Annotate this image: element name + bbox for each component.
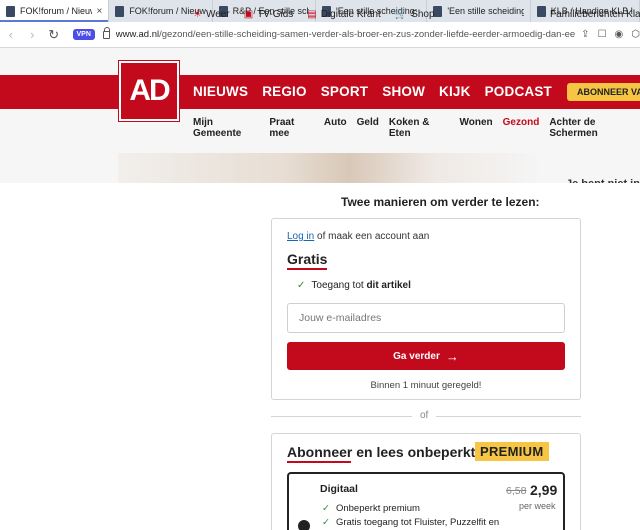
nav-item-kijk[interactable]: KIJK: [439, 84, 471, 99]
subscribe-heading-rest: en lees onbeperkt: [352, 444, 476, 460]
premium-badge: PREMIUM: [475, 442, 549, 461]
email-input[interactable]: [287, 303, 565, 333]
subnav-item-koken-eten[interactable]: Koken & Eten: [389, 117, 450, 139]
plan-feature-text: Gratis toegang tot Fluister, Puzzelfit e…: [335, 517, 500, 528]
subnav-item-achter-de-schermen[interactable]: Achter de Schermen: [549, 117, 640, 139]
check-icon: ✓: [297, 280, 306, 291]
reload-icon[interactable]: ↻: [43, 27, 65, 43]
arrow-right-icon: →: [445, 348, 459, 364]
subscribe-heading-underlined: Abonneer: [287, 444, 353, 460]
page-favicon-icon: [115, 5, 125, 17]
ad-logo[interactable]: AD: [119, 61, 179, 121]
old-price: 6,58: [506, 485, 527, 497]
plan-radio[interactable]: [298, 520, 310, 530]
browser-tab[interactable]: FOK!forum / Nieuwe T ×: [0, 0, 110, 22]
login-link[interactable]: Log in: [287, 231, 314, 242]
familieberichten-link[interactable]: Familieberichten Klan: [550, 9, 640, 20]
subnav-item-mijn-gemeente[interactable]: Mijn Gemeente: [193, 117, 259, 139]
subnav-item-auto[interactable]: Auto: [324, 117, 347, 139]
continue-label: Ga verder: [393, 350, 440, 362]
signup-time-note: Binnen 1 minuut geregeld!: [370, 380, 482, 391]
newspaper-icon: ▤: [307, 9, 317, 20]
close-tab-icon[interactable]: ×: [96, 6, 102, 17]
address-bar: ‹ › ↻ VPN www.ad.nl/gezond/een-stille-sc…: [0, 22, 640, 48]
gratis-heading: Gratis: [287, 251, 328, 270]
main-nav: NIEUWS REGIO SPORT SHOW KIJK PODCAST: [193, 84, 552, 99]
share-icon[interactable]: ⇪: [581, 29, 589, 40]
or-label: of: [412, 410, 437, 421]
bookmark-icon[interactable]: ☐: [598, 29, 607, 40]
price-period: per week: [519, 501, 556, 511]
camera-icon[interactable]: ◉: [615, 29, 624, 40]
nav-item-nieuws[interactable]: NIEUWS: [193, 84, 248, 99]
tv-icon: ▣: [243, 9, 254, 20]
lock-icon[interactable]: [102, 26, 110, 39]
toplink-label: Digitale Krant: [320, 9, 381, 20]
toplink-weer[interactable]: ☀ Weer: [193, 9, 230, 20]
subnav-item-geld[interactable]: Geld: [357, 117, 379, 139]
cart-icon: 🛒: [394, 9, 408, 20]
page-favicon-icon: [6, 5, 15, 17]
browser-tab[interactable]: 'Een stille scheiding: same: [427, 0, 531, 22]
subscribe-button[interactable]: ABONNEER VANAF: [567, 83, 640, 101]
check-icon: ✓: [322, 503, 330, 514]
site-toplinks: ☀ Weer ▣ TV-Gids ▤ Digitale Krant 🛒 Shop: [193, 9, 435, 20]
access-prefix: Toegang tot: [311, 280, 367, 291]
paywall-title: Twee manieren om verder te lezen:: [341, 195, 540, 209]
forward-icon[interactable]: ›: [22, 27, 44, 42]
back-icon[interactable]: ‹: [0, 27, 22, 42]
url-field[interactable]: www.ad.nl/gezond/een-stille-scheiding-sa…: [116, 29, 575, 40]
plan-feature: ✓ Onbeperkt premium: [322, 503, 420, 514]
price: 2,99: [530, 482, 558, 498]
nav-item-regio[interactable]: REGIO: [262, 84, 307, 99]
subscribe-heading: Abonneer en lees onbeperkt: [287, 444, 475, 460]
tab-title: FOK!forum / Nieuwe T: [20, 6, 92, 16]
article-hero-image: [118, 153, 538, 183]
create-account-text: of maak een account aan: [314, 231, 430, 242]
plan-name: Digitaal: [320, 483, 358, 495]
plan-feature: ✓ Gratis toegang tot Fluister, Puzzelfit …: [322, 517, 499, 528]
toplink-tv-gids[interactable]: ▣ TV-Gids: [244, 9, 294, 20]
sub-nav: Mijn Gemeente Praat mee Auto Geld Koken & Et…: [193, 117, 640, 139]
site-top-bar: [0, 48, 640, 75]
tab-title: 'Een stille scheiding: same: [447, 6, 523, 16]
url-path: /gezond/een-stille-scheiding-samen-verde…: [159, 29, 576, 40]
subnav-item-wonen[interactable]: Wonen: [460, 117, 493, 139]
nav-item-sport[interactable]: SPORT: [321, 84, 369, 99]
extension-icon[interactable]: ⬡: [631, 29, 640, 40]
toplink-digitale-krant[interactable]: ▤ Digitale Krant: [307, 9, 380, 20]
toplink-label: Weer: [205, 9, 230, 20]
nav-item-show[interactable]: SHOW: [382, 84, 425, 99]
sun-icon: ☀: [193, 9, 202, 20]
toplink-label: Shop: [411, 9, 435, 20]
vpn-badge[interactable]: VPN: [72, 29, 95, 40]
login-line: Log in of maak een account aan: [287, 231, 429, 242]
check-icon: ✓: [322, 517, 330, 528]
subnav-item-praat-mee[interactable]: Praat mee: [269, 117, 314, 139]
url-host: www.ad.nl: [115, 29, 160, 40]
page-favicon-icon: [536, 5, 546, 17]
toplink-label: TV-Gids: [257, 9, 294, 20]
plan-feature-text: Onbeperkt premium: [335, 503, 420, 514]
subnav-item-gezond[interactable]: Gezond: [503, 117, 540, 139]
nav-item-podcast[interactable]: PODCAST: [485, 84, 552, 99]
toplink-shop[interactable]: 🛒 Shop: [395, 9, 435, 20]
continue-button[interactable]: Ga verder →: [287, 342, 565, 370]
access-benefit: ✓ Toegang tot dit artikel: [297, 280, 411, 291]
access-bold: dit artikel: [366, 280, 411, 291]
